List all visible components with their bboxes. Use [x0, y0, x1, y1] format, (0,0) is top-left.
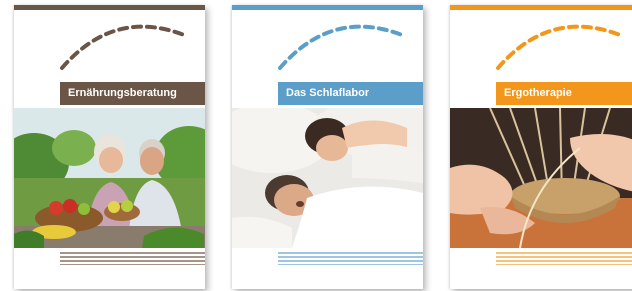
brochure-title: Das Schlaflabor	[278, 82, 423, 105]
photo-hands-basket-weaving	[450, 108, 632, 248]
brochure-top-bar	[14, 5, 205, 10]
stripe-decoration	[496, 252, 632, 265]
dashed-arc-decoration	[496, 24, 622, 70]
brochure-ergotherapie: Ergotherapie	[450, 5, 632, 289]
brochure-ernaehrungsberatung: Ernährungsberatung	[14, 5, 205, 289]
dashed-arc-decoration	[278, 24, 404, 70]
photo-senior-couple-vegetables	[14, 108, 205, 248]
brochure-title: Ernährungsberatung	[60, 82, 205, 105]
brochure-title: Ergotherapie	[496, 82, 632, 105]
brochure-schlaflabor: Das Schlaflabor	[232, 5, 423, 289]
stripe-decoration	[60, 252, 205, 265]
photo-couple-sleeping	[232, 108, 423, 248]
brochure-top-bar	[450, 5, 632, 10]
brochure-top-bar	[232, 5, 423, 10]
dashed-arc-decoration	[60, 24, 186, 70]
stripe-decoration	[278, 252, 423, 265]
